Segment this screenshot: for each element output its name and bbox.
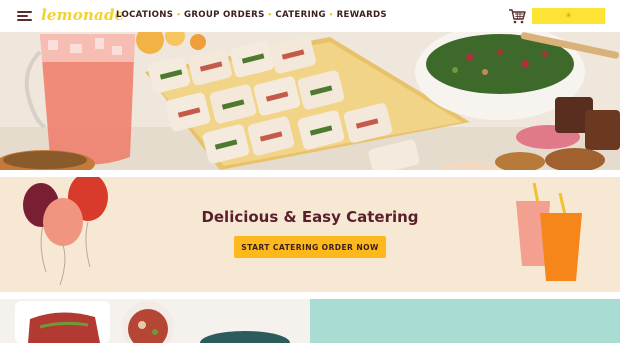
food-photo-bottom bbox=[0, 299, 310, 343]
balloons-illustration bbox=[23, 177, 108, 286]
nav-group-orders[interactable]: GROUP ORDERS bbox=[184, 10, 265, 20]
nav-locations[interactable]: LOCATIONS bbox=[116, 10, 173, 20]
hero-image bbox=[0, 32, 620, 170]
start-catering-order-button[interactable]: START CATERING ORDER NOW bbox=[234, 236, 386, 258]
menu-icon[interactable] bbox=[17, 11, 32, 21]
drink-cups-illustration bbox=[516, 182, 582, 281]
cart-icon[interactable] bbox=[508, 8, 526, 24]
nav-rewards[interactable]: REWARDS bbox=[337, 10, 387, 20]
nav-separator: • bbox=[267, 11, 273, 19]
catering-banner: Delicious & Easy Catering START CATERING… bbox=[0, 177, 620, 292]
loading-spinner-icon: ✳ bbox=[565, 11, 572, 20]
teal-promo-panel bbox=[310, 299, 620, 343]
site-header: lemonade LOCATIONS • GROUP ORDERS • CATE… bbox=[0, 0, 620, 32]
nav-catering[interactable]: CATERING bbox=[275, 10, 325, 20]
logo[interactable]: lemonade bbox=[41, 6, 124, 24]
order-button[interactable]: ✳ bbox=[532, 8, 605, 24]
nav-separator: • bbox=[176, 11, 181, 19]
catering-food-photo bbox=[0, 32, 620, 170]
nav-separator: • bbox=[328, 11, 334, 19]
main-nav: LOCATIONS • GROUP ORDERS • CATERING • RE… bbox=[116, 10, 387, 20]
featured-food-photo bbox=[0, 299, 310, 343]
